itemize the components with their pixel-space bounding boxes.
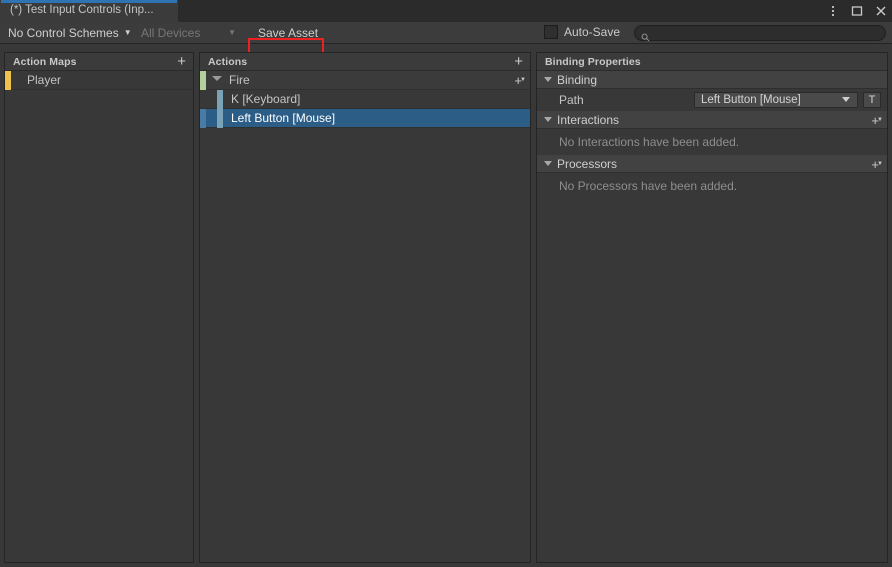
save-asset-label: Save Asset <box>258 26 319 40</box>
auto-save-checkbox[interactable] <box>544 25 558 39</box>
devices-dropdown[interactable]: All Devices ▼ <box>137 23 242 43</box>
foldout-expanded-icon[interactable] <box>544 77 552 82</box>
section-header-interactions[interactable]: Interactions + ▼ <box>537 111 887 129</box>
action-item-fire[interactable]: Fire + ▼ <box>200 71 530 90</box>
add-action-map-button[interactable]: + <box>177 54 186 70</box>
chevron-down-icon <box>842 97 850 102</box>
section-header-processors[interactable]: Processors + ▼ <box>537 155 887 173</box>
section-header-binding[interactable]: Binding <box>537 71 887 89</box>
section-title-interactions: Interactions <box>557 112 620 127</box>
control-schemes-label: No Control Schemes <box>8 26 119 40</box>
binding-label: Left Button [Mouse] <box>231 111 336 125</box>
input-actions-editor-window: (*) Test Input Controls (Inp... No Contr… <box>0 0 892 567</box>
add-binding-button[interactable]: + ▼ <box>514 73 526 88</box>
binding-label: K [Keyboard] <box>231 92 301 106</box>
processors-empty-message: No Processors have been added. <box>537 173 887 199</box>
action-label: Fire <box>229 73 250 87</box>
tab-active-accent <box>1 0 177 3</box>
section-title-processors: Processors <box>557 156 618 171</box>
action-map-item-player[interactable]: Player <box>5 71 193 90</box>
chevron-down-icon: ▼ <box>520 77 526 83</box>
kebab-menu-icon[interactable] <box>826 4 840 18</box>
action-accent-bar <box>200 71 206 90</box>
binding-properties-panel: Binding Properties Binding Path Left But… <box>536 52 888 563</box>
window-controls <box>826 0 888 22</box>
add-processor-button[interactable]: + ▼ <box>871 157 883 172</box>
chevron-down-icon: ▼ <box>123 28 132 37</box>
binding-item-mouse[interactable]: Left Button [Mouse] <box>200 109 530 128</box>
binding-properties-title: Binding Properties <box>545 55 641 68</box>
editor-toolbar: No Control Schemes ▼ All Devices ▼ Save … <box>0 22 892 65</box>
selection-edge <box>200 109 206 128</box>
auto-save-toggle[interactable]: Auto-Save <box>544 25 620 39</box>
action-maps-title: Action Maps <box>13 55 77 68</box>
interactions-empty-message: No Interactions have been added. <box>537 129 887 155</box>
path-listen-button[interactable]: T <box>863 92 881 108</box>
search-input[interactable] <box>654 26 869 40</box>
auto-save-label: Auto-Save <box>564 25 621 39</box>
section-title-binding: Binding <box>557 72 598 87</box>
search-field[interactable] <box>634 25 886 41</box>
path-value: Left Button [Mouse] <box>701 94 801 106</box>
binding-properties-header: Binding Properties <box>537 53 887 71</box>
path-property-row: Path Left Button [Mouse] T <box>537 89 887 111</box>
binding-accent-bar <box>217 90 223 109</box>
maximize-icon[interactable] <box>850 4 864 18</box>
action-maps-header: Action Maps + <box>5 53 193 71</box>
devices-label: All Devices <box>141 26 201 40</box>
chevron-down-icon: ▼ <box>228 28 236 37</box>
binding-item-keyboard[interactable]: K [Keyboard] <box>200 90 530 109</box>
action-map-label: Player <box>27 73 62 87</box>
close-icon[interactable] <box>874 4 888 18</box>
control-schemes-dropdown[interactable]: No Control Schemes ▼ <box>4 23 136 43</box>
chevron-down-icon: ▼ <box>877 161 883 167</box>
window-titlebar: (*) Test Input Controls (Inp... <box>0 0 892 22</box>
add-action-button[interactable]: + <box>514 54 523 70</box>
chevron-down-icon: ▼ <box>877 117 883 123</box>
actions-title: Actions <box>208 55 248 68</box>
action-maps-panel: Action Maps + Player <box>4 52 194 563</box>
foldout-expanded-icon[interactable] <box>544 117 552 122</box>
save-asset-button[interactable]: Save Asset <box>252 23 324 43</box>
tab-test-input-controls[interactable]: (*) Test Input Controls (Inp... <box>0 0 178 22</box>
search-icon <box>641 29 650 41</box>
path-label: Path <box>559 93 584 107</box>
tab-label: (*) Test Input Controls (Inp... <box>10 4 154 16</box>
binding-accent-bar <box>217 109 223 128</box>
actions-header: Actions + <box>200 53 530 71</box>
foldout-expanded-icon[interactable] <box>212 76 222 81</box>
add-interaction-button[interactable]: + ▼ <box>871 113 883 128</box>
path-dropdown[interactable]: Left Button [Mouse] <box>694 92 858 108</box>
foldout-expanded-icon[interactable] <box>544 161 552 166</box>
actions-panel: Actions + Fire + ▼ K [Keyboard] Left Butt… <box>199 52 531 563</box>
action-map-accent-bar <box>5 71 11 90</box>
